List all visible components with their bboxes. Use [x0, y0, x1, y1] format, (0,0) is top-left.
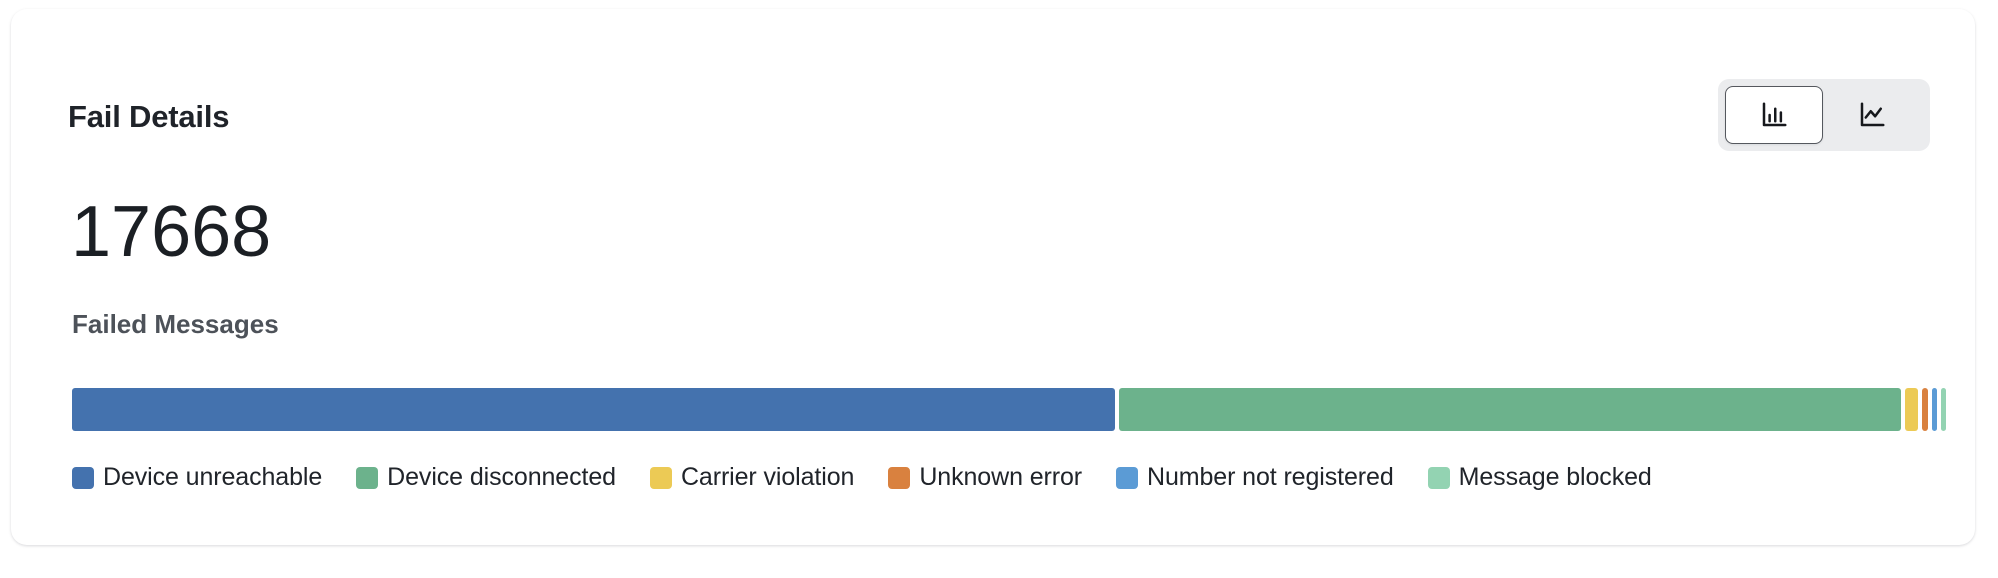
- legend-item[interactable]: Unknown error: [888, 463, 1082, 492]
- legend-color-swatch: [888, 466, 911, 489]
- bar-segment[interactable]: [1922, 388, 1929, 431]
- toggle-bar-chart-view[interactable]: [1725, 86, 1823, 144]
- legend-item-label: Device disconnected: [387, 463, 616, 491]
- legend-item-label: Unknown error: [919, 463, 1082, 491]
- failed-messages-label: Failed Messages: [72, 309, 279, 339]
- failure-breakdown-stacked-bar: [72, 388, 1946, 431]
- legend-color-swatch: [72, 466, 94, 489]
- legend-item[interactable]: Device disconnected: [356, 463, 616, 492]
- bar-segment[interactable]: [72, 388, 1116, 431]
- bar-segment[interactable]: [1904, 388, 1919, 431]
- legend-item[interactable]: Number not registered: [1116, 463, 1394, 492]
- legend-item-label: Carrier violation: [680, 463, 855, 491]
- page-title: Fail Details: [68, 99, 230, 134]
- legend-item[interactable]: Carrier violation: [649, 463, 855, 492]
- legend-item[interactable]: Message blocked: [1427, 463, 1652, 492]
- legend-color-swatch: [1116, 466, 1138, 489]
- line-chart-icon: [1857, 100, 1887, 130]
- bar-chart-icon: [1759, 100, 1789, 130]
- toggle-line-chart-view[interactable]: [1823, 86, 1921, 144]
- legend-item-label: Number not registered: [1147, 463, 1394, 491]
- bar-segment[interactable]: [1119, 388, 1901, 431]
- bar-segment[interactable]: [1932, 388, 1938, 431]
- legend-item-label: Message blocked: [1458, 463, 1652, 491]
- failed-messages-count: 17668: [71, 192, 272, 272]
- fail-details-card: Fail Details 17668 Failed Messages Devic…: [11, 9, 1975, 545]
- legend-color-swatch: [1427, 466, 1450, 489]
- chart-view-toggle-group[interactable]: [1718, 79, 1930, 151]
- legend-item[interactable]: Device unreachable: [72, 463, 322, 492]
- chart-legend: Device unreachable Device disconnected Car…: [72, 463, 1686, 492]
- bar-segment[interactable]: [1941, 388, 1946, 431]
- legend-color-swatch: [649, 466, 672, 489]
- legend-item-label: Device unreachable: [103, 463, 323, 491]
- card-header: Fail Details: [11, 9, 1975, 151]
- legend-color-swatch: [356, 466, 379, 489]
